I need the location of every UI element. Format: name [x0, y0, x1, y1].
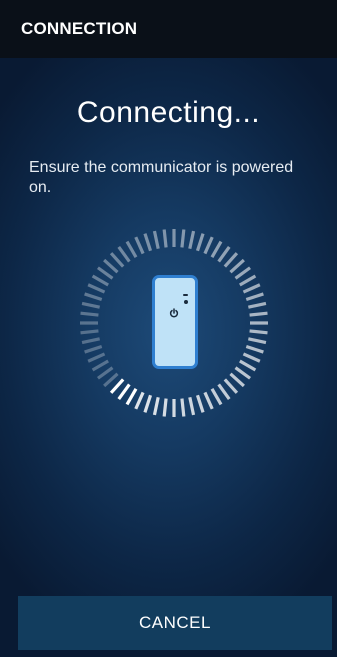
- spinner-tick: [143, 233, 153, 252]
- device-indicator-light: [183, 294, 188, 296]
- spinner-tick: [248, 337, 267, 345]
- spinner-tick: [242, 283, 261, 294]
- device-indicator-dot: [184, 300, 188, 304]
- spinner-tick: [162, 398, 168, 417]
- spinner-tick: [210, 388, 223, 406]
- spinner-tick: [203, 391, 214, 410]
- app-bar-title: CONNECTION: [21, 19, 138, 38]
- spinner-tick: [152, 397, 160, 416]
- spinner-tick: [84, 344, 103, 354]
- spinner-tick: [248, 301, 267, 309]
- spinner-tick: [87, 283, 106, 294]
- spinner-tick: [134, 391, 145, 410]
- spinner-tick: [188, 230, 196, 249]
- spinner-tick: [188, 397, 196, 416]
- spinner-tick: [81, 301, 100, 309]
- connection-screen: CONNECTION Connecting... Ensure the comm…: [0, 0, 337, 657]
- spinner-tick: [180, 398, 186, 417]
- spinner-tick: [84, 292, 103, 302]
- app-bar: CONNECTION: [0, 0, 337, 58]
- spinner-tick: [80, 311, 99, 317]
- spinner-tick: [143, 394, 153, 413]
- communicator-device-icon: [152, 275, 198, 369]
- spinner-tick: [152, 230, 160, 249]
- spinner-tick: [239, 274, 257, 287]
- spinner-tick: [234, 366, 251, 380]
- spinner-tick: [81, 337, 100, 345]
- spinner-tick: [87, 352, 106, 363]
- spinner-tick: [134, 236, 145, 255]
- spinner-tick: [217, 246, 231, 263]
- spinner-tick: [125, 388, 138, 406]
- spinner-tick: [180, 229, 186, 248]
- spinner-tick: [229, 258, 245, 274]
- cancel-button[interactable]: CANCEL: [18, 596, 332, 650]
- power-icon: [169, 308, 179, 318]
- connecting-heading: Connecting...: [76, 96, 261, 129]
- spinner-tick: [97, 366, 114, 380]
- spinner-tick: [249, 311, 268, 317]
- spinner-tick: [97, 266, 114, 280]
- spinner-tick: [245, 344, 264, 354]
- instruction-text: Ensure the communicator is powered on.: [29, 159, 294, 196]
- spinner-tick: [223, 252, 239, 268]
- spinner-tick: [239, 359, 257, 372]
- spinner-tick: [195, 394, 205, 413]
- spinner-tick: [223, 378, 239, 394]
- spinner-tick: [203, 236, 214, 255]
- spinner-tick: [217, 383, 231, 400]
- spinner-tick: [195, 233, 205, 252]
- spinner-tick: [245, 292, 264, 302]
- spinner-tick: [162, 229, 168, 248]
- spinner-tick: [109, 378, 125, 394]
- spinner-tick: [103, 258, 119, 274]
- spinner-tick: [109, 252, 125, 268]
- spinner-tick: [117, 383, 131, 400]
- spinner-tick: [242, 352, 261, 363]
- spinner-tick: [125, 240, 138, 258]
- spinner-tick: [103, 372, 119, 388]
- spinner-tick: [80, 329, 99, 335]
- spinner-tick: [91, 359, 109, 372]
- spinner-tick: [117, 246, 131, 263]
- spinner-tick: [91, 274, 109, 287]
- spinner-tick: [229, 372, 245, 388]
- spinner-tick: [234, 266, 251, 280]
- spinner-tick: [249, 329, 268, 335]
- spinner-tick: [210, 240, 223, 258]
